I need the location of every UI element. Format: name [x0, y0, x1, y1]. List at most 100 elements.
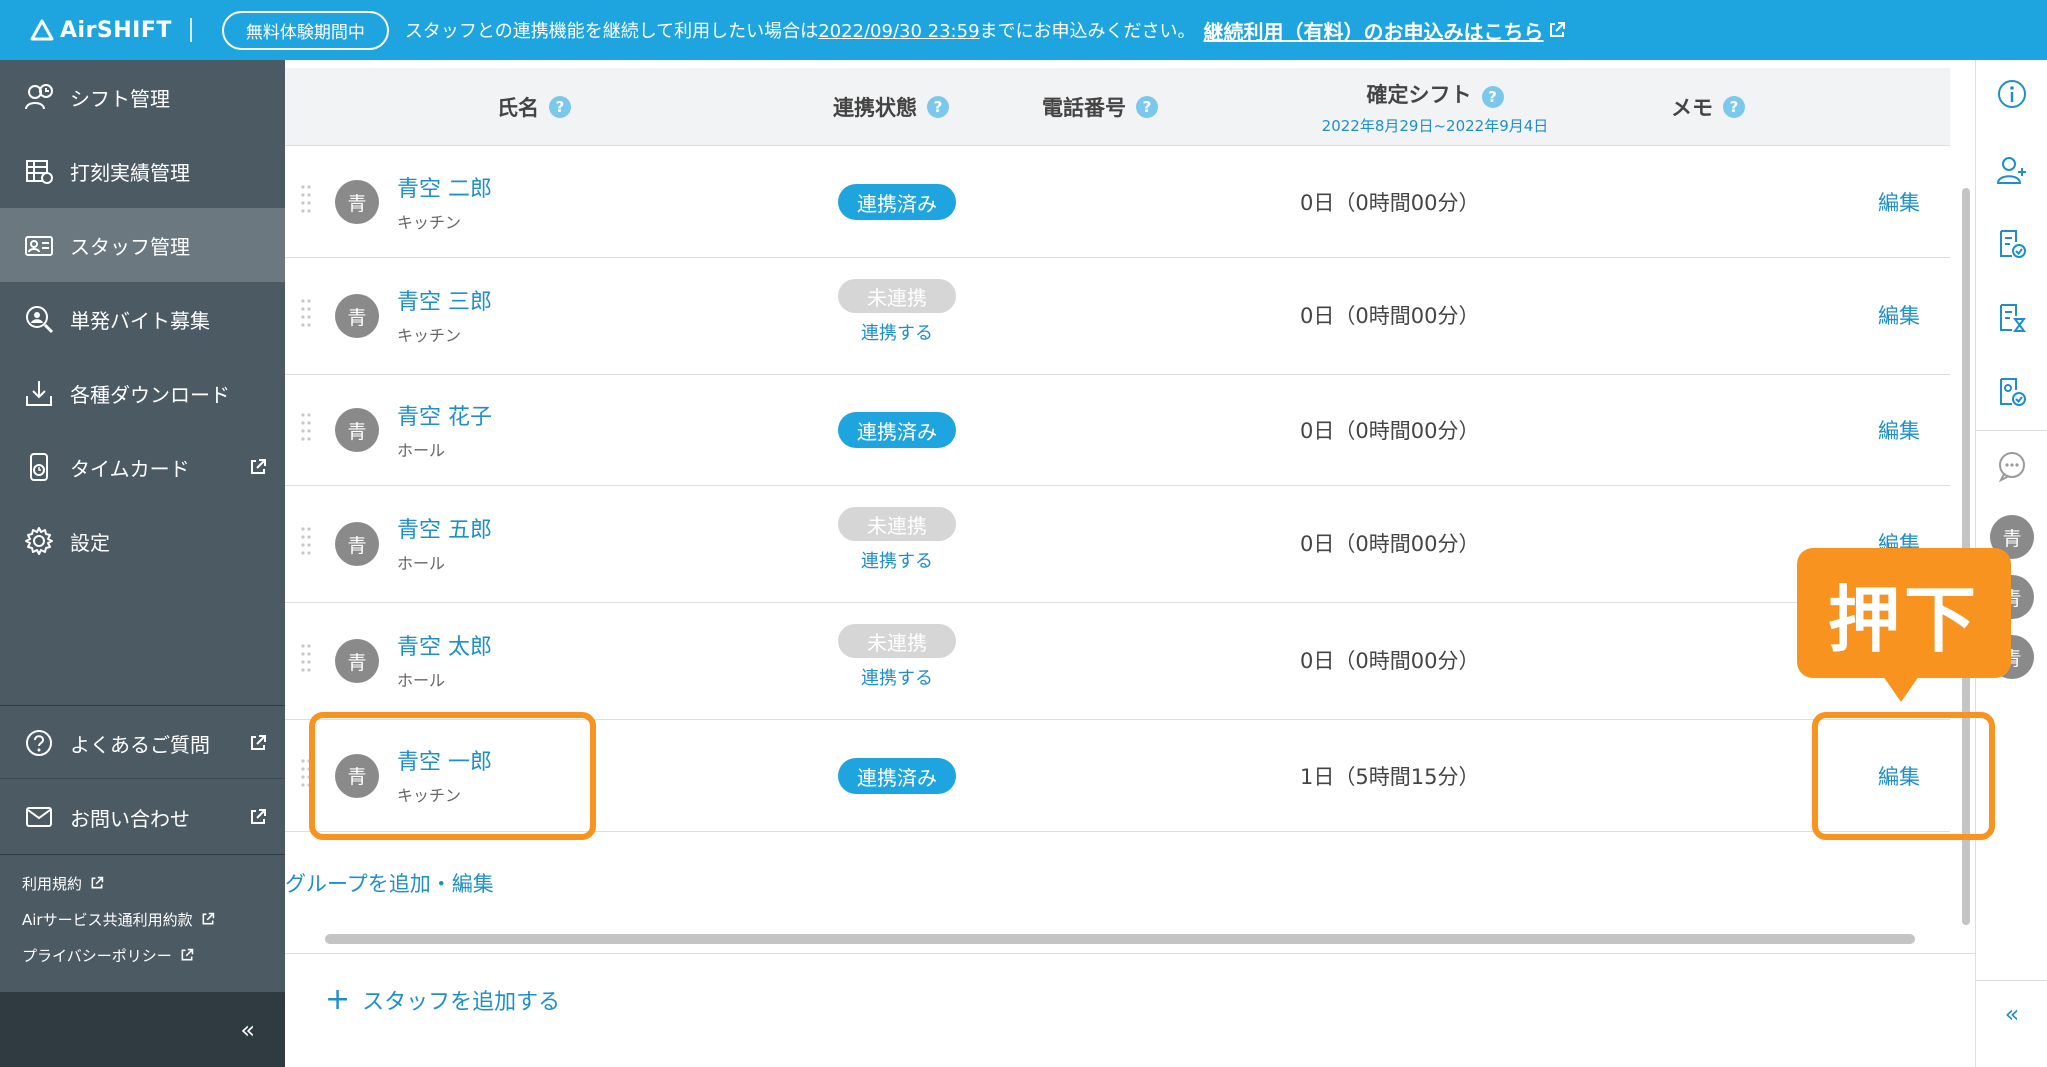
help-icon[interactable]: ? — [1481, 85, 1504, 108]
drag-handle-icon[interactable] — [301, 298, 311, 334]
apply-link-label: 継続利用（有料）のお申込みはこちら — [1203, 19, 1544, 44]
status-badge: 連携済み — [838, 758, 956, 794]
link-staff-button[interactable]: 連携する — [838, 319, 956, 345]
highlight-staff-name — [309, 712, 596, 840]
logo-divider — [189, 18, 192, 42]
terms-link[interactable]: 利用規約 — [22, 865, 285, 901]
staff-card-icon — [22, 228, 56, 262]
shift-period: 2022年8月29日~2022年9月4日 — [1321, 116, 1549, 135]
rail-divider — [1976, 430, 2047, 431]
airshift-logo[interactable]: AirSHIFT — [30, 18, 172, 43]
gear-icon — [22, 524, 56, 558]
sidebar-item-label: スタッフ管理 — [70, 234, 190, 259]
sidebar-item-contact[interactable]: お問い合わせ — [0, 780, 285, 854]
sidebar-item-label: 単発バイト募集 — [70, 308, 210, 333]
staff-name-link[interactable]: 青空 花子 — [397, 399, 492, 431]
drag-handle-icon[interactable] — [301, 643, 311, 679]
drag-handle-icon[interactable] — [301, 526, 311, 562]
staff-name-link[interactable]: 青空 三郎 — [397, 284, 492, 316]
sidebar-item-faq[interactable]: よくあるご質問 — [0, 706, 285, 780]
search-person-icon — [22, 302, 56, 336]
rail-collapse-button[interactable]: « — [1976, 1000, 2047, 1028]
staff-name-link[interactable]: 青空 二郎 — [397, 171, 492, 203]
trial-banner: AirSHIFT 無料体験期間中 スタッフとの連携機能を継続して利用したい場合は… — [0, 0, 2047, 60]
drag-handle-icon[interactable] — [301, 184, 311, 220]
privacy-policy-link[interactable]: プライバシーポリシー — [22, 937, 285, 973]
staff-name-link[interactable]: 青空 五郎 — [397, 512, 492, 544]
avatar: 青 — [335, 180, 379, 224]
sidebar-item-recruit[interactable]: 単発バイト募集 — [0, 282, 285, 356]
timesheet-icon — [22, 154, 56, 188]
edit-link[interactable]: 編集 — [1878, 415, 1920, 445]
sidebar-item-timecard[interactable]: タイムカード — [0, 430, 285, 504]
apply-link[interactable]: 継続利用（有料）のお申込みはこちら — [1204, 16, 1566, 45]
collapse-icon: « — [240, 1015, 255, 1044]
external-link-icon — [91, 876, 104, 889]
column-header-phone: 電話番号? — [1042, 68, 1158, 146]
avatar: 青 — [335, 294, 379, 338]
column-header-name: 氏名? — [497, 68, 571, 146]
link-staff-button[interactable]: 連携する — [838, 547, 956, 573]
staff-group: キッチン — [397, 326, 462, 345]
column-header-memo: メモ? — [1671, 68, 1745, 146]
table-header: 氏名? 連携状態? 電話番号? 確定シフト? 2022年8月29日~2022年9… — [285, 68, 1950, 146]
shift-icon — [22, 80, 56, 114]
info-icon[interactable] — [1976, 78, 2047, 110]
sidebar-item-label: 設定 — [70, 530, 110, 555]
sidebar-divider — [0, 778, 285, 779]
avatar: 青 — [335, 408, 379, 452]
status-badge: 未連携 — [838, 624, 956, 658]
doc-hourglass-icon[interactable] — [1976, 302, 2047, 334]
staff-list-panel: 氏名? 連携状態? 電話番号? 確定シフト? 2022年8月29日~2022年9… — [285, 60, 1975, 1067]
sidebar-item-timesheet[interactable]: 打刻実績管理 — [0, 134, 285, 208]
sidebar-item-label: よくあるご質問 — [70, 732, 210, 757]
logo-triangle-icon — [30, 19, 54, 41]
staff-name-link[interactable]: 青空 太郎 — [397, 629, 492, 661]
doc-check-icon[interactable] — [1976, 228, 2047, 260]
add-person-icon[interactable] — [1976, 154, 2047, 186]
status-badge: 連携済み — [838, 412, 956, 448]
help-icon[interactable]: ? — [1136, 96, 1158, 118]
staff-group: ホール — [397, 554, 446, 573]
staff-group: キッチン — [397, 213, 462, 232]
status-badge: 未連携 — [838, 279, 956, 313]
download-icon — [22, 376, 56, 410]
sidebar-collapse-button[interactable]: « — [0, 992, 285, 1067]
sidebar-item-shift[interactable]: シフト管理 — [0, 60, 285, 134]
external-link-icon — [251, 459, 266, 474]
table-row: 青 青空 花子 ホール 連携済み 0日（0時間00分） 編集 — [285, 375, 1950, 486]
add-staff-label: スタッフを追加する — [362, 989, 561, 1015]
add-edit-group-link[interactable]: グループを追加・編集 — [285, 868, 494, 898]
shift-summary: 0日（0時間00分） — [1300, 532, 1480, 556]
drag-handle-icon[interactable] — [301, 412, 311, 448]
link-staff-button[interactable]: 連携する — [838, 664, 956, 690]
shift-summary: 0日（0時間00分） — [1300, 649, 1480, 673]
common-terms-link[interactable]: Airサービス共通利用約款 — [22, 901, 285, 937]
help-icon[interactable]: ? — [1723, 96, 1745, 118]
bottom-action-bar: + スタッフを追加する — [285, 953, 1975, 1067]
logo-text: AirSHIFT — [60, 17, 172, 43]
sidebar-item-label: 打刻実績管理 — [70, 160, 190, 185]
doc-person-check-icon[interactable] — [1976, 376, 2047, 408]
edit-link[interactable]: 編集 — [1878, 300, 1920, 330]
external-link-icon — [202, 912, 214, 925]
table-row: 青 青空 二郎 キッチン 連携済み 0日（0時間00分） 編集 — [285, 147, 1950, 258]
add-staff-button[interactable]: + スタッフを追加する — [325, 982, 560, 1017]
sidebar-item-settings[interactable]: 設定 — [0, 504, 285, 578]
table-row: 青 青空 太郎 ホール 未連携 連携する 0日（0時間00分） — [285, 603, 1950, 720]
sidebar-item-label: 各種ダウンロード — [70, 382, 230, 407]
sidebar-item-staff[interactable]: スタッフ管理 — [0, 208, 285, 282]
edit-link[interactable]: 編集 — [1878, 187, 1920, 217]
shift-summary: 0日（0時間00分） — [1300, 304, 1480, 328]
column-header-status: 連携状態? — [833, 68, 949, 146]
mail-icon — [22, 800, 56, 834]
press-callout: 押下 — [1797, 548, 2011, 678]
external-link-icon — [251, 809, 266, 824]
chat-icon[interactable] — [1976, 450, 2047, 482]
sidebar-item-download[interactable]: 各種ダウンロード — [0, 356, 285, 430]
horizontal-scrollbar[interactable] — [325, 934, 1915, 944]
staff-group: ホール — [397, 441, 446, 460]
external-link-icon — [181, 948, 193, 961]
help-icon[interactable]: ? — [549, 96, 571, 118]
help-icon[interactable]: ? — [927, 96, 949, 118]
